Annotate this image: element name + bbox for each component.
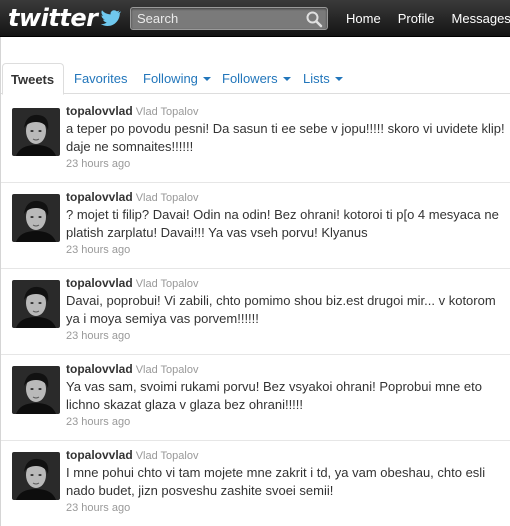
tweet-timestamp[interactable]: 23 hours ago — [66, 158, 506, 170]
real-name: Vlad Topalov — [135, 450, 199, 462]
tweet-author: topalovvlad Vlad Topalov — [66, 276, 506, 291]
tweet-text: Ya vas sam, svoimi rukami porvu! Bez vsy… — [66, 379, 482, 412]
top-bar: twitter Home Profile Messages — [0, 0, 510, 37]
bird-icon — [101, 10, 122, 26]
tweet-content: topalovvlad Vlad Topalov I mne pohui chto… — [66, 448, 506, 514]
tweet-item: topalovvlad Vlad Topalov a teper po povod… — [1, 95, 510, 183]
nav-profile[interactable]: Profile — [398, 11, 435, 26]
avatar-photo — [12, 194, 60, 242]
tweet-text: ? mojet ti filip? Davai! Odin na odin! B… — [66, 207, 499, 240]
real-name: Vlad Topalov — [135, 106, 199, 118]
twitter-logo[interactable]: twitter — [8, 3, 122, 33]
avatar[interactable] — [12, 452, 60, 500]
tweet-item: topalovvlad Vlad Topalov ? mojet ti filip… — [1, 181, 510, 269]
avatar-photo — [12, 452, 60, 500]
tab-following-label: Following — [143, 71, 198, 86]
real-name: Vlad Topalov — [135, 278, 199, 290]
profile-tabs: Tweets Favorites Following Followers Lis… — [1, 63, 510, 95]
nav-home[interactable]: Home — [346, 11, 381, 26]
screen-name-link[interactable]: topalovvlad — [66, 104, 133, 118]
avatar-photo — [12, 366, 60, 414]
avatar[interactable] — [12, 366, 60, 414]
tweet-item: topalovvlad Vlad Topalov Ya vas sam, svoi… — [1, 353, 510, 441]
chevron-down-icon — [334, 76, 343, 81]
tweet-content: topalovvlad Vlad Topalov a teper po povod… — [66, 104, 506, 170]
chevron-down-icon — [202, 76, 211, 81]
avatar-photo — [12, 280, 60, 328]
tweet-author: topalovvlad Vlad Topalov — [66, 190, 506, 205]
tab-tweets[interactable]: Tweets — [2, 63, 64, 95]
avatar[interactable] — [12, 108, 60, 156]
tweet-timestamp[interactable]: 23 hours ago — [66, 244, 506, 256]
tab-favorites[interactable]: Favorites — [66, 63, 135, 94]
tab-favorites-label: Favorites — [74, 71, 128, 86]
tab-tweets-label: Tweets — [11, 71, 55, 87]
tab-followers[interactable]: Followers — [214, 63, 299, 94]
screen-name-link[interactable]: topalovvlad — [66, 362, 133, 376]
tweet-item: topalovvlad Vlad Topalov Davai, poprobui!… — [1, 267, 510, 355]
avatar[interactable] — [12, 194, 60, 242]
tweet-content: topalovvlad Vlad Topalov Ya vas sam, svoi… — [66, 362, 506, 428]
search-input[interactable] — [131, 8, 301, 29]
real-name: Vlad Topalov — [135, 364, 199, 376]
tweet-text: Davai, poprobui! Vi zabili, chto pomimo … — [66, 293, 496, 326]
tab-following[interactable]: Following — [135, 63, 219, 94]
chevron-down-icon — [282, 76, 291, 81]
tweet-author: topalovvlad Vlad Topalov — [66, 448, 506, 463]
search-icon[interactable] — [305, 10, 323, 28]
tweet-author: topalovvlad Vlad Topalov — [66, 362, 506, 377]
search-box — [130, 7, 328, 30]
real-name: Vlad Topalov — [135, 192, 199, 204]
main-nav: Home Profile Messages — [346, 0, 510, 37]
screen-name-link[interactable]: topalovvlad — [66, 190, 133, 204]
tweet-timestamp[interactable]: 23 hours ago — [66, 502, 506, 514]
screen-name-link[interactable]: topalovvlad — [66, 448, 133, 462]
tweet-content: topalovvlad Vlad Topalov Davai, poprobui!… — [66, 276, 506, 342]
tweet-timestamp[interactable]: 23 hours ago — [66, 330, 506, 342]
logo-text: twitter — [8, 4, 98, 32]
nav-messages[interactable]: Messages — [452, 11, 510, 26]
tweet-timestamp[interactable]: 23 hours ago — [66, 416, 506, 428]
screen-name-link[interactable]: topalovvlad — [66, 276, 133, 290]
tweet-text: I mne pohui chto vi tam mojete mne zakri… — [66, 465, 486, 498]
tweet-text: a teper po povodu pesni! Da sasun ti ee … — [66, 121, 505, 154]
tweet-content: topalovvlad Vlad Topalov ? mojet ti filip… — [66, 190, 506, 256]
avatar-photo — [12, 108, 60, 156]
tweet-author: topalovvlad Vlad Topalov — [66, 104, 506, 119]
profile-panel: Tweets Favorites Following Followers Lis… — [0, 37, 510, 526]
tab-lists-label: Lists — [303, 71, 330, 86]
tab-followers-label: Followers — [222, 71, 278, 86]
tweet-item: topalovvlad Vlad Topalov I mne pohui chto… — [1, 439, 510, 526]
avatar[interactable] — [12, 280, 60, 328]
tab-lists[interactable]: Lists — [295, 63, 351, 94]
